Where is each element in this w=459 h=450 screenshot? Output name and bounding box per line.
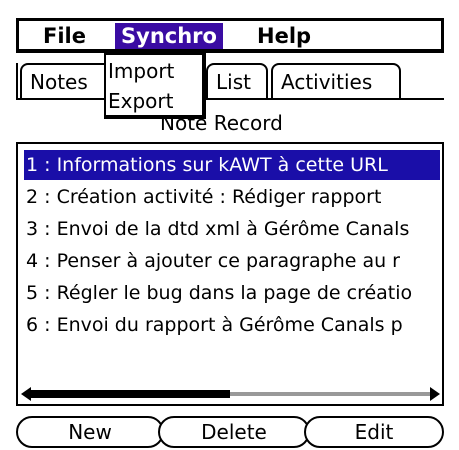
tab-divider xyxy=(16,63,18,100)
list-item[interactable]: 1 : Informations sur kAWT à cette URL xyxy=(24,150,440,180)
menu-file[interactable]: File xyxy=(37,23,92,49)
menu-item-import[interactable]: Import xyxy=(108,57,174,85)
list-item[interactable]: 6 : Envoi du rapport à Gérôme Canals p xyxy=(24,310,440,340)
scroll-left-icon[interactable] xyxy=(21,387,31,401)
menu-help[interactable]: Help xyxy=(251,23,317,49)
tab-activities[interactable]: Activities xyxy=(271,63,401,99)
scrollbar-thumb[interactable] xyxy=(30,390,230,398)
tab-baseline xyxy=(16,98,444,100)
menu-synchro[interactable]: Synchro xyxy=(115,23,223,49)
menu-bar: File Synchro Help xyxy=(16,18,444,53)
list-item[interactable]: 3 : Envoi de la dtd xml à Gérôme Canals xyxy=(24,214,440,244)
menu-item-export[interactable]: Export xyxy=(108,87,173,115)
notes-list[interactable]: 1 : Informations sur kAWT à cette URL 2 … xyxy=(16,142,444,406)
list-item[interactable]: 4 : Penser à ajouter ce paragraphe au r xyxy=(24,246,440,276)
delete-button[interactable]: Delete xyxy=(158,416,310,448)
new-button[interactable]: New xyxy=(16,416,164,448)
synchro-dropdown: Import Export xyxy=(104,53,206,119)
list-item[interactable]: 2 : Création activité : Rédiger rapport xyxy=(24,182,440,212)
list-item[interactable]: 5 : Régler le bug dans la page de créati… xyxy=(24,278,440,308)
tab-list[interactable]: List xyxy=(206,63,268,99)
edit-button[interactable]: Edit xyxy=(304,416,444,448)
tab-notes[interactable]: Notes xyxy=(20,63,112,99)
scroll-right-icon[interactable] xyxy=(430,387,440,401)
